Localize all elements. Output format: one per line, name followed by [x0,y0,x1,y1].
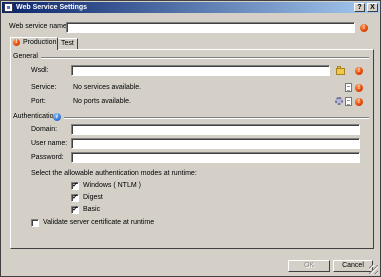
error-icon: ! [13,39,20,46]
windows-ntlm-label: Windows ( NTLM ) [83,182,141,189]
resize-grip[interactable] [369,265,378,274]
section-divider [64,117,369,119]
general-heading: General [13,53,38,60]
port-value: No ports available. [73,98,131,105]
document-icon[interactable] [345,83,352,92]
info-icon[interactable]: i [53,113,61,121]
tab-production[interactable]: ! Production [10,37,58,50]
service-label: Service: [31,84,57,91]
wsdl-input[interactable] [71,65,330,76]
service-value: No services available. [73,84,142,91]
error-icon: ! [355,67,363,75]
error-icon: ! [355,84,363,92]
digest-checkbox[interactable]: ✓ [71,194,79,202]
authentication-heading: Authentication [13,113,58,120]
dialog-window: Web Service Settings ? X Web service nam… [0,0,381,277]
validate-certificate-label: Validate server certificate at runtime [43,219,155,226]
error-icon: ! [360,24,368,32]
error-icon: ! [355,98,363,106]
folder-icon[interactable] [336,66,345,75]
app-icon [4,3,13,12]
auth-modes-instruction: Select the allowable authentication mode… [31,170,197,177]
user-name-label: User name: [31,140,68,147]
password-label: Password: [31,154,64,161]
validate-certificate-checkbox[interactable] [31,219,39,227]
password-input[interactable] [71,152,360,163]
wsdl-label: Wsdl: [31,67,49,74]
ok-button[interactable]: OK [288,260,330,272]
web-service-name-label: Web service name: [9,23,69,30]
user-name-input[interactable] [71,138,360,149]
web-service-name-input[interactable] [66,22,355,33]
document-icon[interactable] [345,97,352,106]
digest-label: Digest [83,194,103,201]
window-title: Web Service Settings [16,4,88,11]
basic-checkbox[interactable]: ✓ [71,206,79,214]
title-bar[interactable]: Web Service Settings ? X [2,2,379,13]
settings-icon[interactable] [335,97,343,105]
basic-label: Basic [83,206,101,213]
section-divider [41,57,369,59]
cancel-button[interactable]: Cancel [333,260,373,272]
domain-label: Domain: [31,126,58,133]
help-button[interactable]: ? [354,3,365,12]
windows-ntlm-checkbox[interactable]: ✓ [71,182,79,190]
port-label: Port: [31,98,46,105]
domain-input[interactable] [71,124,360,135]
close-button[interactable]: X [367,3,378,12]
